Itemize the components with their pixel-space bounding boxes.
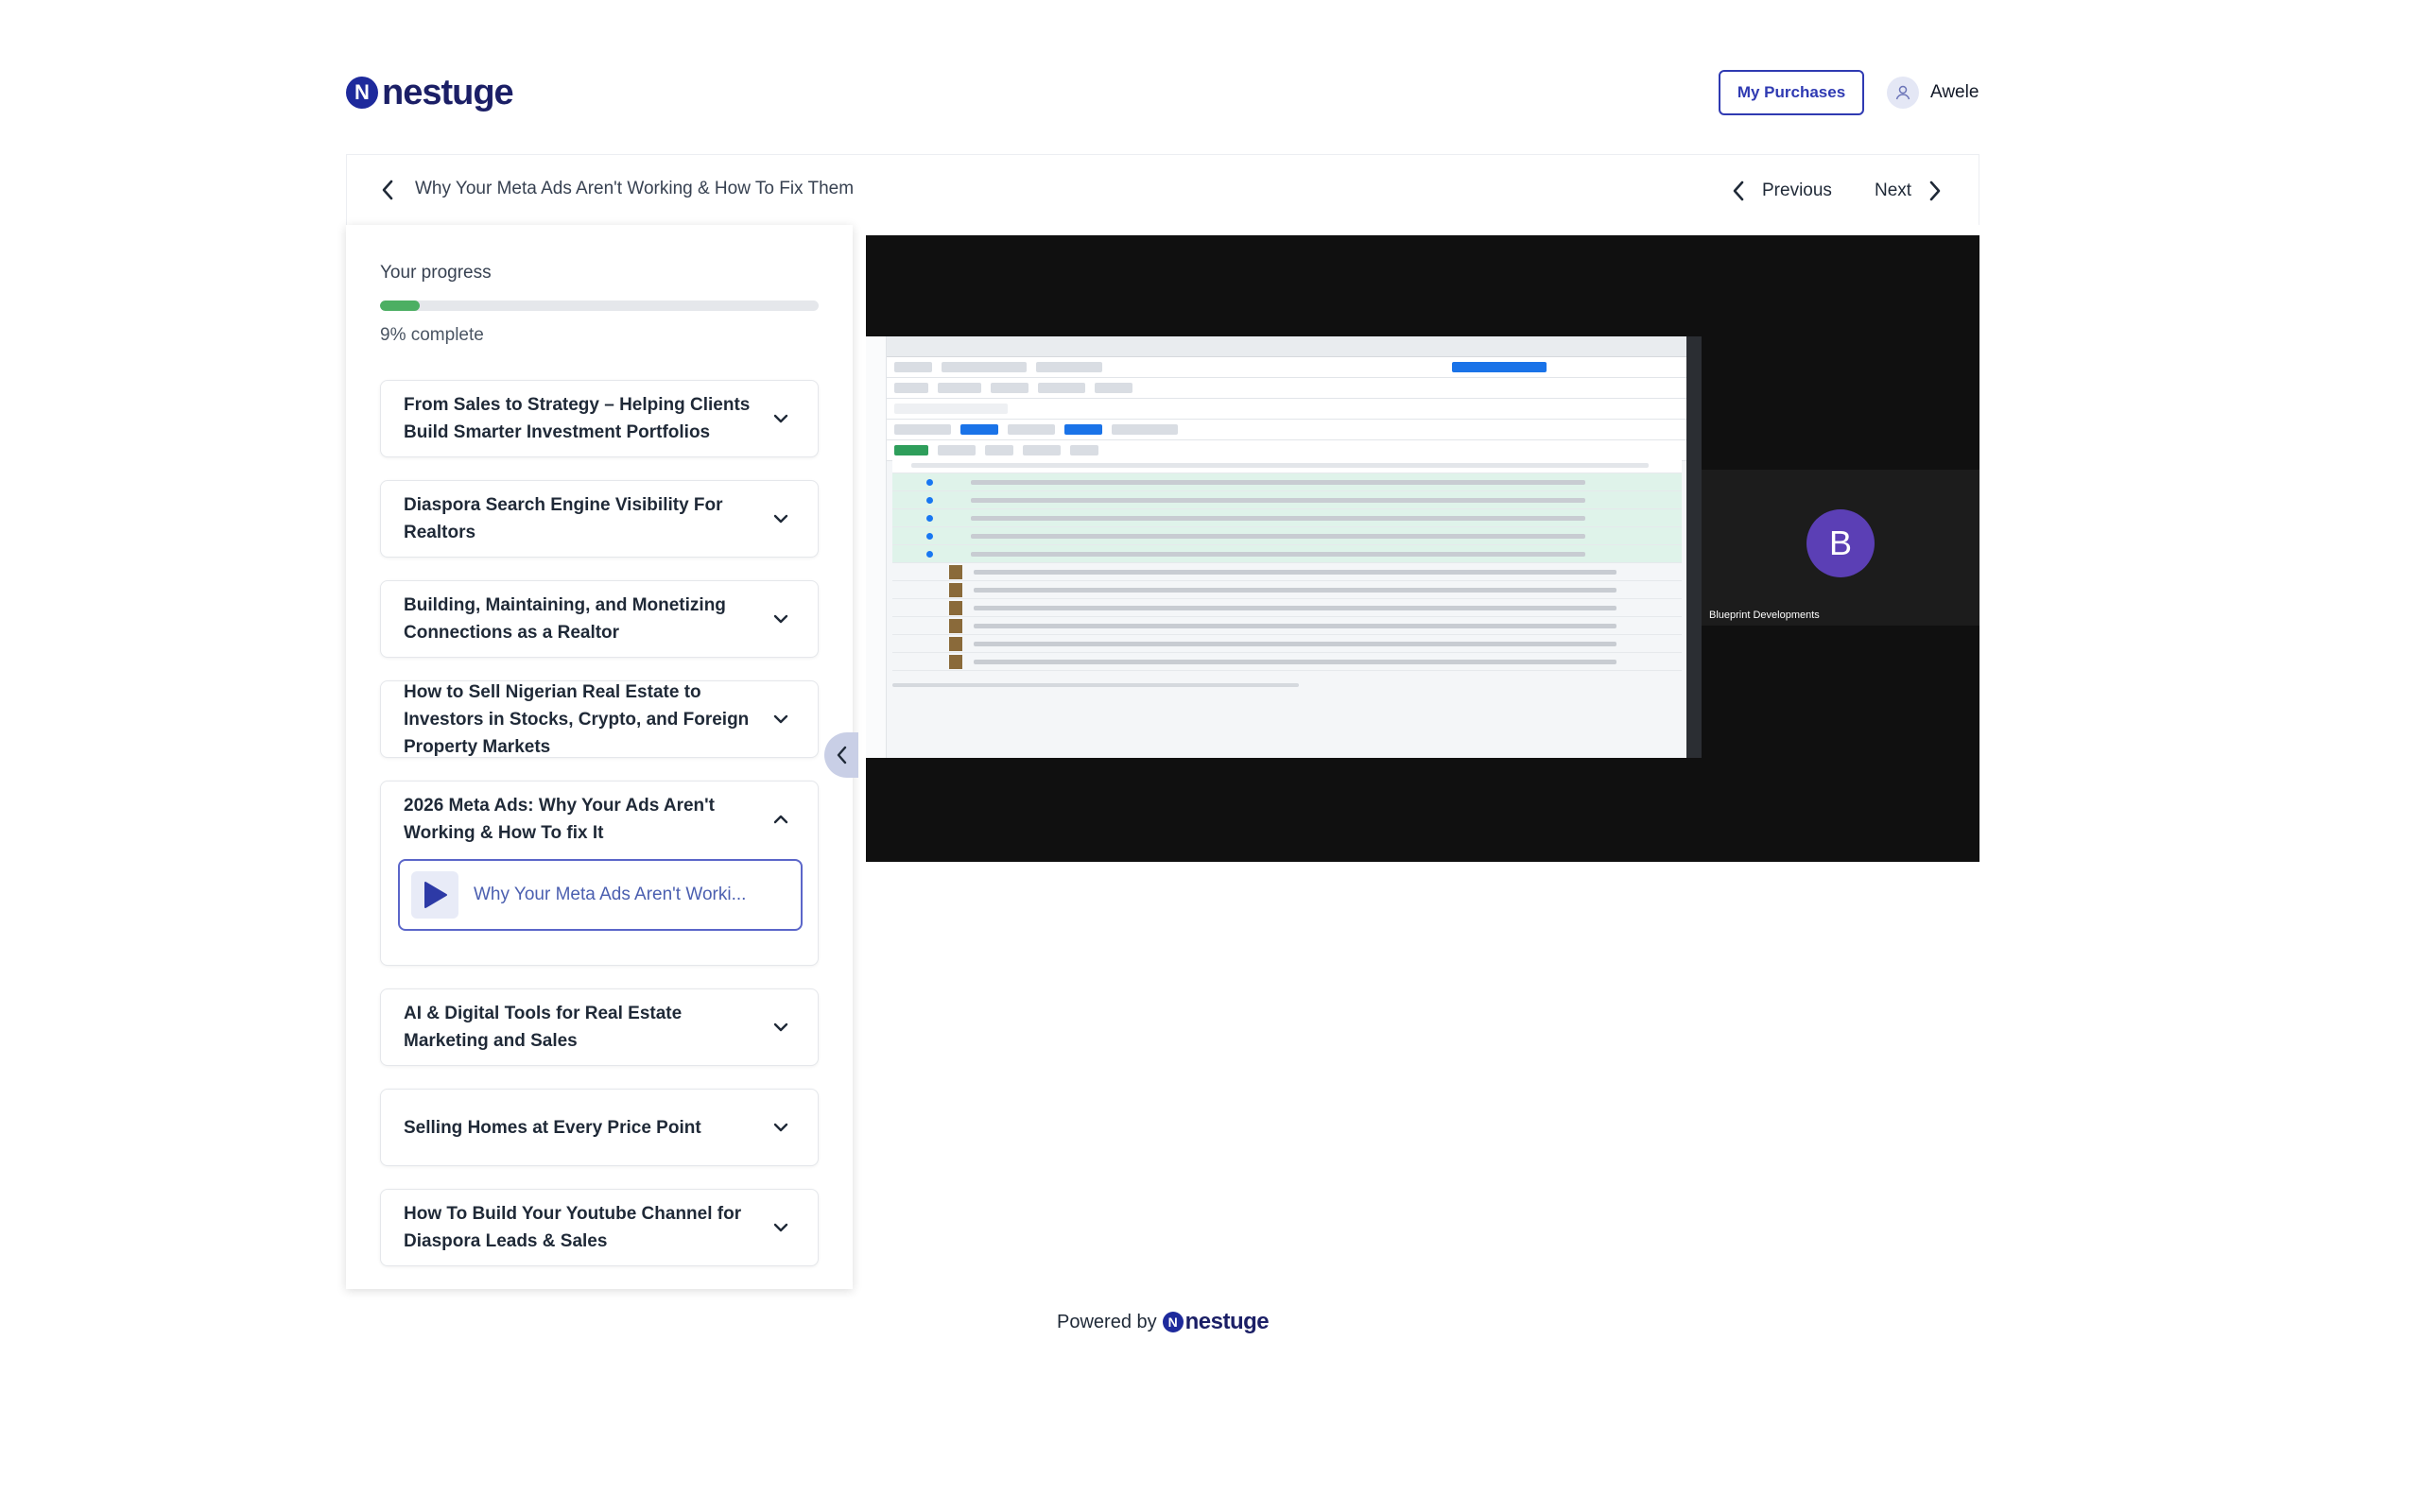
module-title: Diaspora Search Engine Visibility For Re…	[404, 495, 723, 542]
module-card[interactable]: Selling Homes at Every Price Point	[380, 1089, 819, 1166]
logo-mark-icon: N	[346, 77, 378, 109]
chevron-left-icon	[837, 746, 847, 765]
footer-logo-wordmark[interactable]: nestuge	[1185, 1309, 1270, 1335]
chevron-down-icon[interactable]	[770, 1217, 791, 1238]
participant-avatar: B	[1806, 509, 1875, 577]
module-title: AI & Digital Tools for Real Estate Marke…	[404, 1004, 683, 1051]
module-title: How to Sell Nigerian Real Estate to Inve…	[404, 681, 750, 757]
user-name: Awele	[1930, 82, 1979, 102]
lesson-nav-bar: Why Your Meta Ads Aren't Working & How T…	[346, 154, 1979, 225]
powered-by-footer: Powered by N nestuge	[1057, 1308, 1270, 1336]
module-card-expanded[interactable]: 2026 Meta Ads: Why Your Ads Aren't Worki…	[380, 781, 819, 966]
module-title: Selling Homes at Every Price Point	[404, 1117, 701, 1138]
next-label: Next	[1875, 180, 1912, 200]
previous-button[interactable]: Previous	[1732, 174, 1832, 208]
logo-mark-icon: N	[1162, 1312, 1184, 1332]
logo-wordmark: nestuge	[382, 72, 514, 112]
next-button[interactable]: Next	[1875, 174, 1942, 208]
video-player[interactable]: B Blueprint Developments	[866, 235, 1979, 862]
module-title: How To Build Your Youtube Channel for Di…	[404, 1204, 742, 1251]
play-icon	[411, 871, 458, 919]
chevron-down-icon[interactable]	[770, 1117, 791, 1138]
back-chevron-icon[interactable]	[375, 178, 400, 202]
progress-text: 9% complete	[380, 325, 484, 345]
module-title: Building, Maintaining, and Monetizing Co…	[404, 595, 726, 643]
module-card[interactable]: How To Build Your Youtube Channel for Di…	[380, 1189, 819, 1266]
my-purchases-button[interactable]: My Purchases	[1719, 70, 1864, 115]
chevron-down-icon[interactable]	[770, 508, 791, 529]
progress-bar	[380, 301, 819, 311]
lesson-title: Why Your Meta Ads Aren't Working & How T…	[415, 179, 855, 198]
powered-by-text: Powered by	[1057, 1311, 1157, 1332]
module-card[interactable]: Diaspora Search Engine Visibility For Re…	[380, 480, 819, 558]
module-card[interactable]: Building, Maintaining, and Monetizing Co…	[380, 580, 819, 658]
module-title: 2026 Meta Ads: Why Your Ads Aren't Worki…	[404, 796, 715, 843]
chevron-down-icon[interactable]	[770, 408, 791, 429]
module-card[interactable]: AI & Digital Tools for Real Estate Marke…	[380, 988, 819, 1066]
chevron-left-icon	[1733, 180, 1744, 201]
progress-bar-fill	[380, 301, 420, 311]
chevron-down-icon[interactable]	[770, 1017, 791, 1038]
lesson-item-label: Why Your Meta Ads Aren't Worki...	[474, 885, 747, 904]
progress-label: Your progress	[380, 263, 492, 283]
previous-label: Previous	[1762, 180, 1832, 200]
module-card[interactable]: How to Sell Nigerian Real Estate to Inve…	[380, 680, 819, 758]
user-menu[interactable]: Awele	[1887, 76, 1979, 110]
user-avatar-icon	[1887, 77, 1919, 109]
chevron-down-icon[interactable]	[770, 609, 791, 629]
chevron-down-icon[interactable]	[770, 709, 791, 730]
lesson-item-active[interactable]: Why Your Meta Ads Aren't Worki...	[398, 859, 803, 931]
screen-share-frame	[866, 336, 1702, 758]
nestuge-logo[interactable]: N nestuge	[346, 72, 514, 112]
module-title: From Sales to Strategy – Helping Clients…	[404, 395, 751, 442]
participant-name: Blueprint Developments	[1709, 610, 1820, 621]
participant-tile: B Blueprint Developments	[1702, 470, 1979, 626]
course-sidebar: Your progress 9% complete From Sales to …	[346, 225, 853, 1289]
module-card[interactable]: From Sales to Strategy – Helping Clients…	[380, 380, 819, 457]
chevron-up-icon[interactable]	[770, 809, 791, 830]
chevron-right-icon	[1929, 180, 1941, 201]
